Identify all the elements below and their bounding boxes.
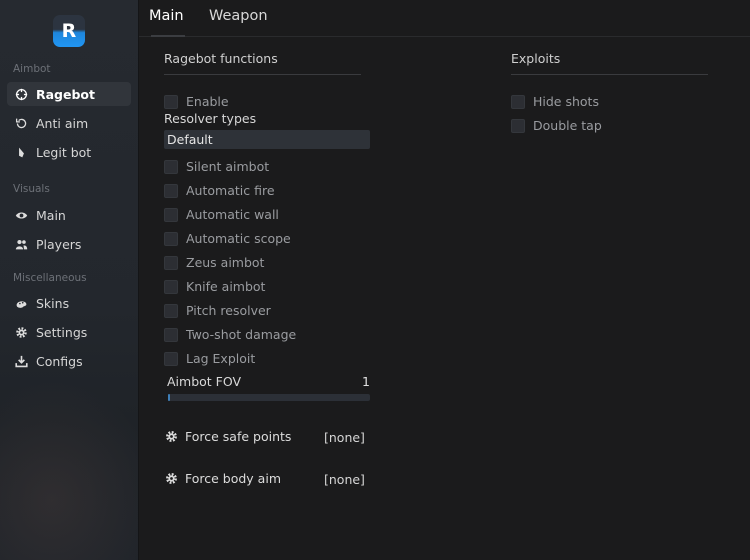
checkbox-box xyxy=(164,94,178,109)
checkbox-label: Two-shot damage xyxy=(186,327,297,342)
checkbox-box xyxy=(164,351,178,366)
checkbox-label: Knife aimbot xyxy=(186,279,266,294)
automatic-wall-checkbox[interactable]: Automatic wall xyxy=(164,207,279,222)
section-label-aimbot: Aimbot xyxy=(13,63,51,75)
tab-active-indicator xyxy=(151,35,185,37)
force-body-aim-key[interactable]: [none] xyxy=(324,472,365,487)
sidebar: R Aimbot Ragebot Anti aim Legit bot Visu… xyxy=(0,0,139,560)
checkbox-label: Pitch resolver xyxy=(186,303,271,318)
sidebar-item-label: Main xyxy=(36,207,66,223)
paint-icon xyxy=(13,295,29,311)
pitch-resolver-checkbox[interactable]: Pitch resolver xyxy=(164,303,271,318)
sidebar-item-settings[interactable]: Settings xyxy=(7,320,131,344)
sidebar-item-label: Legit bot xyxy=(36,144,92,160)
enable-checkbox[interactable]: Enable xyxy=(164,94,229,109)
sidebar-item-players[interactable]: Players xyxy=(7,232,131,256)
sidebar-item-label: Settings xyxy=(36,324,88,340)
bind-label: Force body aim xyxy=(185,471,281,486)
sidebar-item-legit-bot[interactable]: Legit bot xyxy=(7,140,131,164)
checkbox-label: Automatic fire xyxy=(186,183,275,198)
eye-icon xyxy=(13,207,29,223)
checkbox-label: Lag Exploit xyxy=(186,351,256,366)
bind-label: Force safe points xyxy=(185,429,292,444)
checkbox-label: Automatic scope xyxy=(186,231,291,246)
sidebar-item-label: Configs xyxy=(36,353,83,369)
sidebar-item-label: Ragebot xyxy=(36,86,95,102)
checkbox-box xyxy=(164,231,178,246)
sidebar-item-label: Anti aim xyxy=(36,115,89,131)
rotate-icon xyxy=(13,115,29,131)
crosshair-icon xyxy=(13,86,29,102)
sidebar-item-ragebot[interactable]: Ragebot xyxy=(7,82,131,106)
sidebar-item-main[interactable]: Main xyxy=(7,203,131,227)
double-tap-checkbox[interactable]: Double tap xyxy=(511,118,602,133)
ragebot-group-title: Ragebot functions xyxy=(164,51,278,66)
lag-exploit-checkbox[interactable]: Lag Exploit xyxy=(164,351,255,366)
resolver-types-label: Resolver types xyxy=(164,111,257,126)
checkbox-box xyxy=(164,255,178,270)
aimbot-fov-slider-fill xyxy=(168,394,170,401)
automatic-scope-checkbox[interactable]: Automatic scope xyxy=(164,231,291,246)
logo-letter: R xyxy=(61,19,77,42)
checkbox-box xyxy=(164,327,178,342)
users-icon xyxy=(13,236,29,252)
checkbox-box xyxy=(511,118,525,133)
checkbox-label: Silent aimbot xyxy=(186,159,270,174)
checkbox-box xyxy=(164,303,178,318)
checkbox-label: Zeus aimbot xyxy=(186,255,265,270)
aimbot-fov-slider[interactable] xyxy=(168,394,370,401)
automatic-fire-checkbox[interactable]: Automatic fire xyxy=(164,183,275,198)
force-body-aim-row: Force body aim xyxy=(165,471,281,486)
force-safe-points-row: Force safe points xyxy=(165,429,291,444)
hide-shots-checkbox[interactable]: Hide shots xyxy=(511,94,599,109)
silent-aimbot-checkbox[interactable]: Silent aimbot xyxy=(164,159,269,174)
sidebar-item-skins[interactable]: Skins xyxy=(7,291,131,315)
gear-icon xyxy=(13,324,29,340)
resolver-types-select[interactable]: Default xyxy=(164,130,370,149)
checkbox-box xyxy=(511,94,525,109)
checkbox-label: Enable xyxy=(186,94,229,109)
gear-icon[interactable] xyxy=(165,430,178,443)
exploits-group-title: Exploits xyxy=(511,51,561,66)
sidebar-item-label: Players xyxy=(36,236,82,252)
aimbot-fov-label: Aimbot FOV xyxy=(167,374,242,389)
sidebar-item-configs[interactable]: Configs xyxy=(7,349,131,373)
section-label-miscellaneous: Miscellaneous xyxy=(13,272,87,284)
app-logo: R xyxy=(53,15,85,47)
two-shot-damage-checkbox[interactable]: Two-shot damage xyxy=(164,327,296,342)
checkbox-label: Automatic wall xyxy=(186,207,279,222)
aimbot-fov-value: 1 xyxy=(362,374,370,389)
force-safe-points-key[interactable]: [none] xyxy=(324,430,365,445)
sidebar-background-haze xyxy=(0,380,138,560)
tab-main[interactable]: Main xyxy=(149,8,184,24)
checkbox-box xyxy=(164,207,178,222)
checkbox-box xyxy=(164,183,178,198)
sidebar-item-anti-aim[interactable]: Anti aim xyxy=(7,111,131,135)
mouse-icon xyxy=(13,144,29,160)
checkbox-box xyxy=(164,159,178,174)
zeus-aimbot-checkbox[interactable]: Zeus aimbot xyxy=(164,255,264,270)
ragebot-group-divider xyxy=(164,74,361,75)
section-label-visuals: Visuals xyxy=(13,183,50,195)
checkbox-label: Hide shots xyxy=(533,94,599,109)
exploits-group-divider xyxy=(511,74,708,75)
checkbox-box xyxy=(164,279,178,294)
checkbox-label: Double tap xyxy=(533,118,602,133)
tab-weapon[interactable]: Weapon xyxy=(209,8,268,24)
knife-aimbot-checkbox[interactable]: Knife aimbot xyxy=(164,279,265,294)
gear-icon[interactable] xyxy=(165,472,178,485)
download-icon xyxy=(13,353,29,369)
sidebar-item-label: Skins xyxy=(36,295,70,311)
